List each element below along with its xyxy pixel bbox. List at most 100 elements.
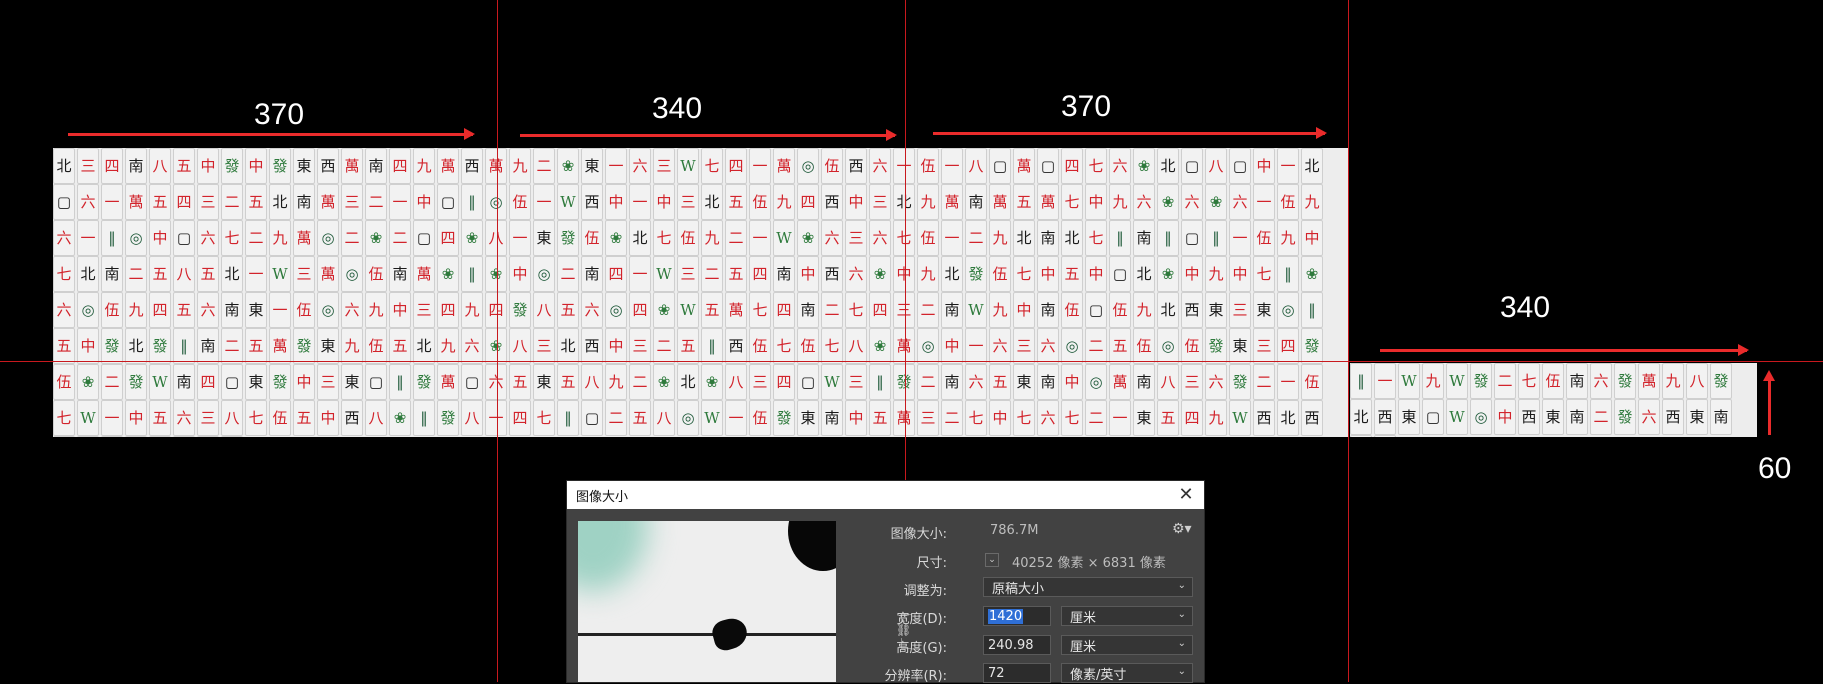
mahjong-tile: W <box>557 184 579 220</box>
mahjong-tile: 南 <box>1037 364 1059 400</box>
mahjong-tile: 八 <box>101 436 123 437</box>
width-input[interactable]: 1420 <box>983 606 1051 626</box>
mahjong-tile: 八 <box>533 292 555 328</box>
mahjong-tile: ❀ <box>1157 256 1179 292</box>
mahjong-tile: 伍 <box>1277 184 1299 220</box>
measure-label-370-right: 370 <box>1061 90 1112 123</box>
mahjong-tile: 六 <box>869 220 891 256</box>
measure-label-60: 60 <box>1758 452 1792 485</box>
mahjong-tile: 伍 <box>821 148 843 184</box>
mahjong-tile: 一 <box>77 220 99 256</box>
mahjong-tile: 二 <box>557 256 579 292</box>
mahjong-tile: ◎ <box>125 220 147 256</box>
mahjong-tile: 五 <box>557 364 579 400</box>
mahjong-tile: 北 <box>77 256 99 292</box>
mahjong-tile: 西 <box>461 148 483 184</box>
mahjong-tile: 六 <box>1205 364 1227 400</box>
height-unit-select[interactable]: 厘米 ⌄ <box>1061 635 1193 655</box>
mahjong-tile: 八 <box>1205 148 1227 184</box>
resolution-unit-select[interactable]: 像素/英寸 ⌄ <box>1061 663 1193 683</box>
mahjong-tile: 一 <box>629 184 651 220</box>
resize-to-select[interactable]: 原稿大小 ⌄ <box>983 577 1193 597</box>
mahjong-tile-mosaic-right: ‖一W九W發二七伍南六發萬九八發北西東▢W◎中西東南二發六西東南八▢ <box>1350 363 1757 437</box>
mahjong-tile: 四 <box>437 292 459 328</box>
mahjong-tile: 東 <box>293 148 315 184</box>
mahjong-tile: 四 <box>605 256 627 292</box>
close-icon[interactable]: ✕ <box>1176 485 1196 505</box>
mahjong-tile: 三 <box>1253 328 1275 364</box>
image-size-label: 图像大小: <box>890 527 947 542</box>
mahjong-tile: 九 <box>989 292 1011 328</box>
mahjong-tile: 中 <box>125 400 147 436</box>
mahjong-tile: 七 <box>1085 148 1107 184</box>
mahjong-tile: 發 <box>1614 399 1636 435</box>
mahjong-tile: 東 <box>1133 400 1155 436</box>
mahjong-tile: 中 <box>941 328 963 364</box>
image-preview[interactable] <box>578 521 836 682</box>
mahjong-tile: 東 <box>341 364 363 400</box>
mahjong-tile: 四 <box>101 148 123 184</box>
mahjong-tile: 中 <box>797 256 819 292</box>
mahjong-tile: ❀ <box>389 400 411 436</box>
mahjong-tile: 萬 <box>941 184 963 220</box>
mahjong-tile: 四 <box>773 292 795 328</box>
mahjong-tile: ‖ <box>1350 363 1372 399</box>
mahjong-tile: 九 <box>509 148 531 184</box>
mahjong-tile: 七 <box>893 220 915 256</box>
mahjong-tile: 三 <box>533 328 555 364</box>
mahjong-tile: 伍 <box>749 400 771 436</box>
mahjong-tile: 七 <box>1013 400 1035 436</box>
mahjong-tile: 發 <box>125 364 147 400</box>
resolution-input[interactable]: 72 <box>983 663 1051 683</box>
width-unit-select[interactable]: 厘米 ⌄ <box>1061 606 1193 626</box>
mahjong-tile: 北 <box>149 436 171 437</box>
mahjong-tile: 一 <box>1229 220 1251 256</box>
mahjong-tile: 一 <box>629 256 651 292</box>
mahjong-tile: ‖ <box>1109 220 1131 256</box>
dimensions-dropdown-icon[interactable]: ⌄ <box>985 553 999 567</box>
measure-label-340: 340 <box>652 92 703 125</box>
mahjong-tile: ▢ <box>461 364 483 400</box>
mahjong-tile: 五 <box>725 256 747 292</box>
mahjong-tile: 四 <box>749 256 771 292</box>
mahjong-tile: 南 <box>773 256 795 292</box>
mahjong-tile: 一 <box>941 148 963 184</box>
mahjong-tile: 二 <box>653 328 675 364</box>
mahjong-tile: 五 <box>869 400 891 436</box>
mahjong-tile: 萬 <box>893 400 915 436</box>
mahjong-tile: 東 <box>581 148 603 184</box>
mahjong-tile: W <box>653 256 675 292</box>
height-input[interactable]: 240.98 <box>983 635 1051 655</box>
mahjong-tile: ‖ <box>461 184 483 220</box>
gear-icon[interactable]: ⚙▾ <box>1172 521 1192 537</box>
mahjong-tile: 一 <box>725 400 747 436</box>
mahjong-tile: 伍 <box>989 256 1011 292</box>
mahjong-tile: 五 <box>701 292 723 328</box>
mahjong-tile: 三 <box>653 148 675 184</box>
chevron-down-icon: ⌄ <box>1177 666 1186 677</box>
mahjong-tile: W <box>773 220 795 256</box>
mahjong-tile: 六 <box>1181 184 1203 220</box>
mahjong-tile: 一 <box>269 292 291 328</box>
mahjong-tile: 八 <box>485 220 507 256</box>
mahjong-tile: 一 <box>245 256 267 292</box>
mahjong-tile: 八 <box>221 400 243 436</box>
mahjong-tile: ◎ <box>1157 328 1179 364</box>
mahjong-tile: 七 <box>53 256 75 292</box>
mahjong-tile: 西 <box>1374 399 1396 435</box>
mahjong-tile: 六 <box>1037 400 1059 436</box>
mahjong-tile: ❀ <box>365 220 387 256</box>
mahjong-tile: 九 <box>1133 292 1155 328</box>
mahjong-tile: 八 <box>845 328 867 364</box>
mahjong-tile: 六 <box>581 292 603 328</box>
mahjong-tile: 五 <box>989 364 1011 400</box>
mahjong-tile: 南 <box>389 256 411 292</box>
mahjong-tile: 五 <box>149 184 171 220</box>
mahjong-tile: 九 <box>341 328 363 364</box>
mahjong-tile: 二 <box>1085 400 1107 436</box>
mahjong-tile: 北 <box>893 184 915 220</box>
mahjong-tile: ▢ <box>437 184 459 220</box>
mahjong-tile: 東 <box>797 400 819 436</box>
mahjong-tile: 中 <box>605 328 627 364</box>
mahjong-tile: 一 <box>389 184 411 220</box>
